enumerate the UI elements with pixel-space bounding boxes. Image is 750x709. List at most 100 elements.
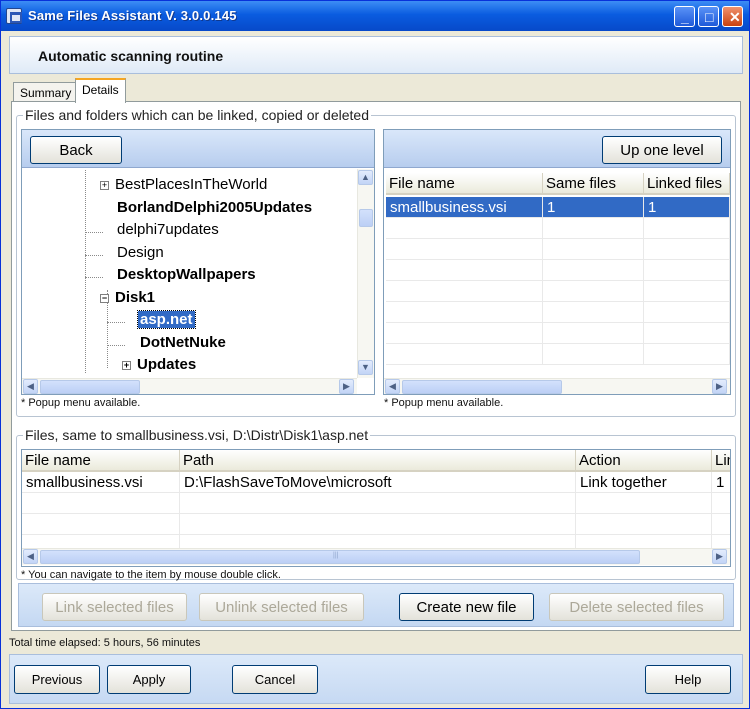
- file-list-horizontal-scrollbar[interactable]: ◀ ▶: [384, 378, 730, 394]
- empty-cell: [543, 344, 644, 365]
- col-action[interactable]: Action: [576, 450, 712, 472]
- delete-selected-files-button[interactable]: Delete selected files: [549, 593, 724, 621]
- col-path[interactable]: Path: [180, 450, 576, 472]
- scroll-right-icon[interactable]: ▶: [712, 379, 727, 394]
- empty-cell: [576, 514, 712, 535]
- empty-cell: [644, 302, 730, 323]
- col-file-name[interactable]: File name: [22, 450, 180, 472]
- scroll-left-icon[interactable]: ◀: [23, 549, 38, 564]
- cancel-button[interactable]: Cancel: [232, 665, 318, 694]
- empty-cell: [644, 218, 730, 239]
- app-window: Same Files Assistant V. 3.0.0.145 _ □ ✕ …: [0, 0, 750, 709]
- title-bar[interactable]: Same Files Assistant V. 3.0.0.145 _ □ ✕: [1, 1, 749, 31]
- expand-plus-icon[interactable]: +: [122, 361, 131, 370]
- help-button[interactable]: Help: [645, 665, 731, 694]
- expand-plus-icon[interactable]: +: [100, 181, 109, 190]
- table-row[interactable]: smallbusiness.vsi 1 1: [386, 197, 730, 218]
- scroll-thumb[interactable]: [40, 380, 140, 394]
- apply-button[interactable]: Apply: [107, 665, 191, 694]
- empty-cell: [644, 323, 730, 344]
- empty-cell: [386, 323, 543, 344]
- app-icon: [6, 8, 22, 24]
- col-same-files[interactable]: Same files: [543, 173, 644, 195]
- tree-connector: [85, 255, 103, 256]
- tree-item-delphi7updates[interactable]: delphi7updates: [117, 219, 219, 241]
- tree-item-asp-net[interactable]: asp.net: [137, 309, 196, 331]
- tree-item-updates[interactable]: + Updates: [122, 354, 196, 376]
- tree-item-label: Disk1: [115, 289, 156, 306]
- tree-item-dotnetnuke[interactable]: DotNetNuke: [140, 332, 226, 354]
- tree-connector: [85, 277, 103, 278]
- empty-cell: [543, 260, 644, 281]
- action-button-bar: Link selected files Unlink selected file…: [18, 583, 734, 627]
- col-file-name[interactable]: File name: [386, 173, 543, 195]
- up-one-level-button[interactable]: Up one level: [602, 136, 722, 164]
- empty-cell: [386, 239, 543, 260]
- tree-vertical-scrollbar[interactable]: ▲ ▼: [357, 169, 374, 378]
- tree-guide-line: [85, 170, 86, 373]
- same-files-horizontal-scrollbar[interactable]: ◀ ||| ▶: [22, 548, 730, 565]
- empty-cell: [543, 218, 644, 239]
- empty-cell: [644, 344, 730, 365]
- empty-cell: [386, 281, 543, 302]
- tree-item-label-selected: asp.net: [137, 310, 196, 329]
- window-title: Same Files Assistant V. 3.0.0.145: [28, 8, 237, 23]
- tab-details[interactable]: Details: [75, 78, 126, 103]
- tab-strip: Summary Details: [11, 78, 741, 103]
- cell-linked-files: 1: [644, 197, 730, 218]
- scroll-right-icon[interactable]: ▶: [339, 379, 354, 394]
- unlink-selected-files-button[interactable]: Unlink selected files: [199, 593, 364, 621]
- tab-summary[interactable]: Summary: [13, 82, 79, 102]
- maximize-button[interactable]: □: [698, 6, 719, 27]
- scroll-thumb[interactable]: [402, 380, 562, 394]
- tree-item-design[interactable]: Design: [117, 242, 164, 264]
- tree-connector: [107, 322, 125, 323]
- scroll-right-icon[interactable]: ▶: [712, 549, 727, 564]
- file-list-popup-hint: * Popup menu available.: [384, 397, 504, 409]
- scroll-grip-icon: |||: [333, 552, 339, 559]
- col-linked[interactable]: Lin: [712, 450, 730, 472]
- tree-item-borlanddelphi2005updates[interactable]: BorlandDelphi2005Updates: [117, 197, 312, 219]
- tree-item-desktopwallpapers[interactable]: DesktopWallpapers: [117, 264, 256, 286]
- collapse-minus-icon[interactable]: −: [100, 294, 109, 303]
- link-selected-files-button[interactable]: Link selected files: [42, 593, 187, 621]
- minimize-button[interactable]: _: [674, 6, 695, 27]
- file-list-column-header: File name Same files Linked files: [386, 173, 730, 195]
- col-linked-files[interactable]: Linked files: [644, 173, 730, 195]
- bottom-nav-panel: Previous Apply Cancel Help: [9, 654, 743, 704]
- tree-item-disk1[interactable]: − Disk1: [100, 287, 155, 309]
- empty-cell: [180, 514, 576, 535]
- cell-action[interactable]: Link together: [576, 472, 712, 493]
- empty-cell: [543, 239, 644, 260]
- scroll-up-icon[interactable]: ▲: [358, 170, 373, 185]
- table-row[interactable]: smallbusiness.vsi D:\FlashSaveToMove\mic…: [22, 472, 730, 493]
- previous-button[interactable]: Previous: [14, 665, 100, 694]
- same-files-grid: File name Path Action Lin smallbusiness.…: [21, 449, 731, 567]
- empty-cell: [576, 493, 712, 514]
- scroll-left-icon[interactable]: ◀: [23, 379, 38, 394]
- scroll-thumb[interactable]: [359, 209, 373, 227]
- scroll-thumb[interactable]: |||: [40, 550, 640, 564]
- empty-cell: [22, 493, 180, 514]
- empty-cell: [712, 514, 730, 535]
- same-files-column-header: File name Path Action Lin: [22, 450, 730, 472]
- close-button[interactable]: ✕: [722, 6, 743, 27]
- scroll-down-icon[interactable]: ▼: [358, 360, 373, 375]
- details-tab-page: Files and folders which can be linked, c…: [11, 101, 741, 631]
- tree-item-label: BestPlacesInTheWorld: [115, 176, 268, 193]
- file-list-header: Up one level: [384, 130, 730, 168]
- empty-cell: [386, 260, 543, 281]
- empty-cell: [644, 239, 730, 260]
- create-new-file-button[interactable]: Create new file: [399, 593, 534, 621]
- back-button[interactable]: Back: [30, 136, 122, 164]
- cell-path: D:\FlashSaveToMove\microsoft: [180, 472, 576, 493]
- tree-item-bestplacesintheworld[interactable]: + BestPlacesInTheWorld: [100, 174, 267, 196]
- scroll-left-icon[interactable]: ◀: [385, 379, 400, 394]
- empty-cell: [22, 514, 180, 535]
- tree-horizontal-scrollbar[interactable]: ◀ ▶: [22, 378, 357, 394]
- empty-cell: [543, 323, 644, 344]
- cell-same-files: 1: [543, 197, 644, 218]
- folder-tree-pane: Back + BestPlacesInTheWorld BorlandDelphi…: [21, 129, 375, 395]
- tree-item-label: Updates: [137, 356, 197, 373]
- empty-cell: [180, 493, 576, 514]
